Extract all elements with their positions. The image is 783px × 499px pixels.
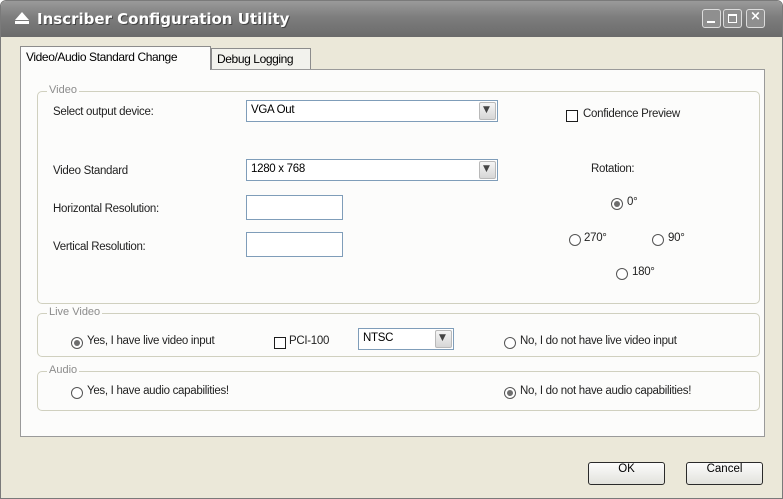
video-group: Video Select output device: VGA Out ▼ Co…	[37, 84, 760, 304]
audio-group: Audio Yes, I have audio capabilities! No…	[37, 364, 760, 411]
live-video-yes-radio[interactable]	[71, 337, 83, 349]
audio-group-legend: Audio	[47, 364, 80, 376]
audio-no-label: No, I do not have audio capabilities!	[520, 385, 692, 397]
live-video-yes-label: Yes, I have live video input	[87, 335, 215, 347]
output-device-label: Select output device:	[53, 106, 154, 118]
maximize-icon	[728, 14, 737, 23]
chevron-down-icon: ▼	[483, 164, 490, 174]
maximize-button[interactable]	[723, 9, 742, 28]
rotation-180-radio[interactable]	[616, 268, 628, 280]
output-device-value: VGA Out	[251, 104, 295, 116]
audio-yes-label: Yes, I have audio capabilities!	[87, 385, 229, 397]
rotation-180-label: 180°	[632, 266, 655, 278]
video-format-select[interactable]: NTSC ▼	[358, 328, 454, 350]
tab-panel: Video Select output device: VGA Out ▼ Co…	[20, 69, 765, 437]
rotation-0-radio[interactable]	[611, 198, 623, 210]
tab-debug-logging[interactable]: Debug Logging	[211, 48, 311, 69]
rotation-90-label: 90°	[668, 232, 685, 244]
confidence-preview-checkbox[interactable]	[566, 110, 578, 122]
horizontal-resolution-label: Horizontal Resolution:	[53, 203, 159, 215]
horizontal-resolution-input[interactable]	[246, 195, 343, 220]
video-format-value: NTSC	[363, 332, 394, 344]
output-device-select[interactable]: VGA Out ▼	[246, 100, 498, 122]
live-video-no-radio[interactable]	[504, 337, 516, 349]
chevron-down-icon: ▼	[439, 333, 446, 343]
rotation-270-radio[interactable]	[569, 234, 581, 246]
ok-button[interactable]: OK	[588, 462, 665, 485]
rotation-0-label: 0°	[627, 196, 638, 208]
vertical-resolution-label: Vertical Resolution:	[53, 241, 146, 253]
rotation-270-label: 270°	[584, 232, 607, 244]
vertical-resolution-input[interactable]	[246, 232, 343, 257]
cancel-button[interactable]: Cancel	[686, 462, 763, 485]
live-video-no-label: No, I do not have live video input	[520, 335, 677, 347]
live-video-group-legend: Live Video	[47, 306, 103, 318]
minimize-icon	[707, 21, 715, 23]
audio-no-radio[interactable]	[504, 387, 516, 399]
video-group-legend: Video	[47, 84, 79, 96]
live-video-group: Live Video Yes, I have live video input …	[37, 306, 760, 357]
chevron-down-icon: ▼	[483, 105, 490, 115]
app-icon	[15, 12, 29, 24]
tab-video-audio-standard-change[interactable]: Video/Audio Standard Change	[20, 46, 211, 70]
video-standard-label: Video Standard	[53, 165, 128, 177]
confidence-preview-label: Confidence Preview	[583, 108, 680, 120]
pci-100-label: PCI-100	[289, 335, 330, 347]
audio-yes-radio[interactable]	[71, 387, 83, 399]
video-format-dropdown-arrow[interactable]: ▼	[435, 330, 452, 348]
output-device-dropdown-arrow[interactable]: ▼	[479, 102, 496, 120]
video-standard-dropdown-arrow[interactable]: ▼	[479, 161, 496, 179]
rotation-90-radio[interactable]	[652, 234, 664, 246]
title-bar[interactable]: Inscriber Configuration Utility ×	[1, 1, 782, 37]
pci-100-checkbox[interactable]	[274, 337, 286, 349]
close-icon: ×	[750, 9, 761, 24]
rotation-label: Rotation:	[591, 163, 635, 175]
video-standard-value: 1280 x 768	[251, 163, 305, 175]
app-window: Inscriber Configuration Utility × Video/…	[0, 0, 783, 499]
video-standard-select[interactable]: 1280 x 768 ▼	[246, 159, 498, 181]
window-title: Inscriber Configuration Utility	[37, 10, 290, 28]
minimize-button[interactable]	[702, 9, 721, 28]
close-button[interactable]: ×	[746, 9, 765, 28]
